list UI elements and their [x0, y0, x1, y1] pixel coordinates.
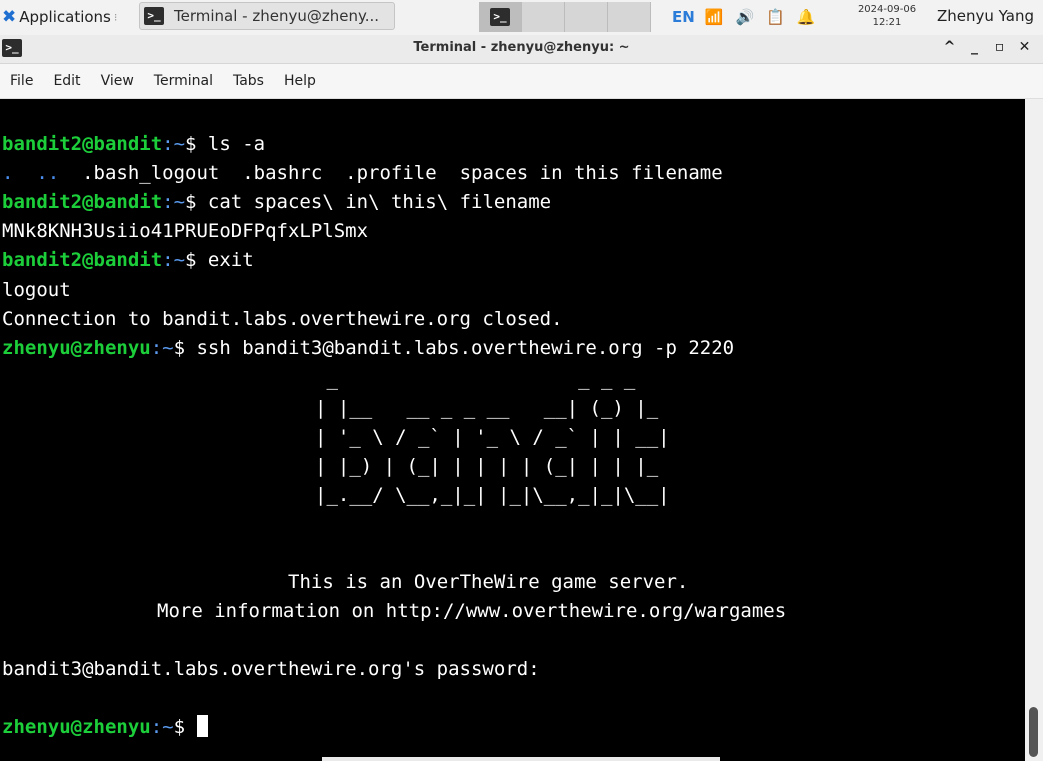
workspace-1[interactable]: >_	[479, 2, 522, 32]
banner-line: |_.__/ \__,_|_| |_|\__,_|_|\__|	[315, 484, 670, 506]
clipboard-icon[interactable]: 📋	[766, 8, 785, 26]
bottom-dock-edge	[322, 757, 720, 761]
separator-icon: ⁝	[113, 10, 118, 24]
scrollbar-thumb[interactable]	[1029, 707, 1038, 757]
clock[interactable]: 2024-09-06 12:21	[852, 3, 922, 29]
terminal-line: bandit2@bandit:~$ cat spaces\ in\ this\ …	[2, 191, 552, 213]
maximize-button[interactable]: ▫	[987, 39, 1012, 55]
terminal-output[interactable]: bandit2@bandit:~$ ls -a . .. .bash_logou…	[0, 99, 1025, 761]
taskbar-terminal-button[interactable]: >_ Terminal - zhenyu@zheny...	[139, 2, 395, 30]
terminal-icon: >_	[490, 8, 510, 26]
shade-button[interactable]: ^	[937, 39, 962, 55]
terminal-line: bandit2@bandit:~$ ls -a	[2, 133, 266, 155]
taskbar-terminal-label: Terminal - zhenyu@zheny...	[174, 7, 379, 25]
shell-prompt[interactable]: zhenyu@zhenyu:~$	[2, 713, 208, 742]
menu-file[interactable]: File	[0, 73, 43, 89]
close-button[interactable]: ✕	[1012, 39, 1037, 55]
menu-help[interactable]: Help	[274, 73, 326, 89]
banner-line: | |_) | (_| | | | | (_| | | |_	[315, 455, 670, 477]
clock-date: 2024-09-06	[857, 4, 917, 15]
top-panel: ✖ Applications ⁝ >_ Terminal - zhenyu@zh…	[0, 0, 1043, 36]
terminal-line: . .. .bash_logout .bashrc .profile space…	[2, 162, 723, 184]
workspace-4[interactable]	[608, 2, 651, 32]
workspace-3[interactable]	[565, 2, 608, 32]
scrollbar-track[interactable]	[1025, 99, 1043, 761]
window-controls: ^ _ ▫ ✕	[937, 39, 1037, 55]
minimize-button[interactable]: _	[962, 39, 987, 55]
workspace-switcher: >_	[479, 2, 651, 32]
terminal-line: zhenyu@zhenyu:~$ ssh bandit3@bandit.labs…	[2, 337, 735, 359]
banner-info-line: This is an OverTheWire game server.	[288, 571, 689, 593]
menu-edit[interactable]: Edit	[43, 73, 90, 89]
text-cursor	[196, 715, 208, 737]
terminal-line: bandit2@bandit:~$ exit	[2, 249, 254, 271]
keyboard-layout-indicator[interactable]: EN	[672, 8, 695, 26]
menu-view[interactable]: View	[91, 73, 144, 89]
volume-icon[interactable]: 🔊	[736, 8, 755, 26]
menu-tabs[interactable]: Tabs	[223, 73, 274, 89]
menubar: File Edit View Terminal Tabs Help	[0, 64, 1043, 99]
applications-menu-button[interactable]: ✖ Applications ⁝	[2, 3, 117, 31]
workspace-2[interactable]	[522, 2, 565, 32]
terminal-line: MNk8KNH3Usiio41PRUEoDFPqfxLPlSmx	[2, 220, 369, 242]
terminal-line: logout	[2, 279, 71, 301]
password-prompt: bandit3@bandit.labs.overthewire.org's pa…	[2, 658, 540, 680]
banner-line: _ _ _ _	[315, 368, 659, 390]
banner-line: | '_ \ / _` | '_ \ / _` | | __|	[315, 426, 670, 448]
user-menu[interactable]: Zhenyu Yang	[937, 7, 1034, 25]
bell-icon[interactable]: 🔔	[797, 8, 816, 26]
network-icon[interactable]: 📶	[705, 8, 724, 26]
window-titlebar[interactable]: >_ Terminal - zhenyu@zhenyu: ~ ^ _ ▫ ✕	[0, 35, 1043, 64]
terminal-icon: >_	[144, 7, 164, 25]
banner-line: | |__ __ _ _ __ __| (_) |_	[315, 397, 670, 419]
banner-info-line: More information on http://www.overthewi…	[157, 600, 787, 622]
menu-terminal[interactable]: Terminal	[144, 73, 223, 89]
clock-time: 12:21	[872, 17, 902, 28]
system-tray: EN 📶 🔊 📋 🔔	[672, 0, 828, 34]
applications-label: Applications	[19, 8, 111, 26]
window-title: Terminal - zhenyu@zhenyu: ~	[413, 40, 630, 55]
terminal-line: Connection to bandit.labs.overthewire.or…	[2, 308, 563, 330]
xfce-icon: ✖	[2, 7, 17, 27]
